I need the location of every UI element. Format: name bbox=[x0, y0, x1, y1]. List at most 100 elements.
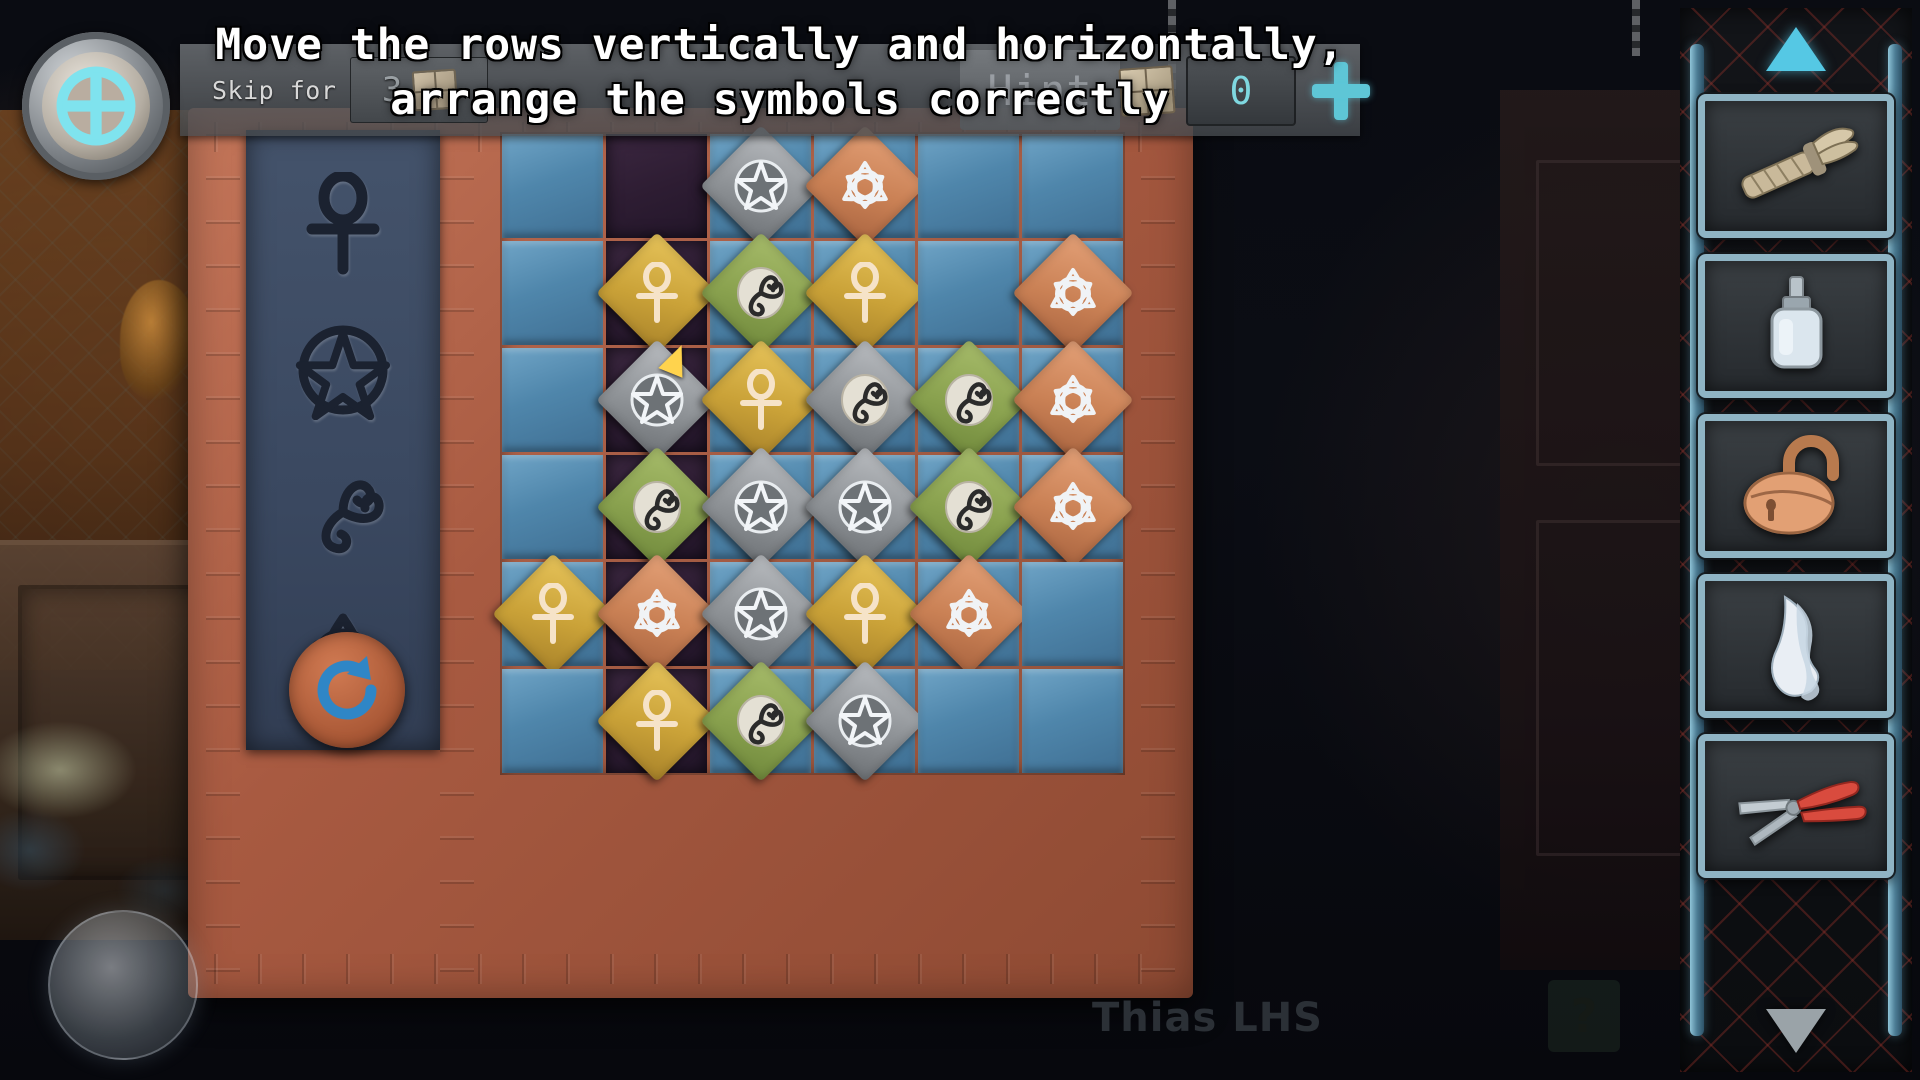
grid-cell-r4-c2[interactable] bbox=[699, 553, 822, 675]
grid-cell-r5-c1[interactable] bbox=[595, 660, 718, 782]
tile-triskelion-green[interactable] bbox=[699, 232, 822, 354]
grid-cell-r4-c3[interactable] bbox=[803, 553, 926, 675]
grid-cell-r5-c0[interactable] bbox=[502, 669, 603, 773]
legend-symbol-pentagram bbox=[288, 313, 398, 423]
grid-cell-r1-c2[interactable] bbox=[699, 232, 822, 354]
tile-triquetra-copper[interactable] bbox=[907, 553, 1030, 675]
tile-pentagram-silver[interactable] bbox=[595, 339, 718, 461]
gear-icon bbox=[42, 52, 150, 160]
grid-cell-r1-c5[interactable] bbox=[1011, 232, 1134, 354]
grid-cell-r0-c4[interactable] bbox=[918, 134, 1019, 238]
grid-cell-r0-c0[interactable] bbox=[502, 134, 603, 238]
tile-triskelion-green[interactable] bbox=[595, 446, 718, 568]
pentagram-icon bbox=[834, 476, 896, 538]
skip-ticket-count: 3 bbox=[381, 70, 403, 110]
tile-triskelion-silver[interactable] bbox=[803, 339, 926, 461]
hint-button[interactable]: Hint bbox=[960, 50, 1120, 130]
ankh-icon bbox=[524, 583, 582, 645]
grid-cell-r2-c2[interactable] bbox=[699, 339, 822, 461]
grid-cell-r3-c5[interactable] bbox=[1011, 446, 1134, 568]
tile-triquetra-copper[interactable] bbox=[595, 553, 718, 675]
tile-ankh-gold[interactable] bbox=[699, 339, 822, 461]
grid-cell-r2-c5[interactable] bbox=[1011, 339, 1134, 461]
inventory-item-padlock[interactable] bbox=[1698, 414, 1894, 558]
grid-cell-r4-c0[interactable] bbox=[491, 553, 614, 675]
grid-cell-r0-c5[interactable] bbox=[1022, 134, 1123, 238]
triangle-up-icon bbox=[1766, 27, 1826, 71]
triskelion-icon bbox=[731, 263, 791, 323]
broken-shard-icon bbox=[1771, 594, 1820, 701]
grid-cell-r2-c0[interactable] bbox=[502, 348, 603, 452]
inventory-item-mummified-arm[interactable] bbox=[1698, 94, 1894, 238]
tile-pentagram-silver[interactable] bbox=[803, 660, 926, 782]
inventory-panel bbox=[1680, 8, 1912, 1072]
grid-cell-r2-c1[interactable] bbox=[595, 339, 718, 461]
tile-ankh-gold[interactable] bbox=[491, 553, 614, 675]
add-currency-button[interactable] bbox=[1308, 58, 1374, 124]
game-screen: Skip for 3 Hint 0 Move the rows vertical… bbox=[0, 0, 1920, 1080]
grid-cell-r0-c1[interactable] bbox=[606, 134, 707, 238]
inventory-scroll-down-button[interactable] bbox=[1754, 1002, 1838, 1060]
grid-cell-r3-c0[interactable] bbox=[502, 455, 603, 559]
skip-button[interactable]: Skip for 3 bbox=[190, 48, 510, 132]
tile-pentagram-silver[interactable] bbox=[803, 446, 926, 568]
tile-ankh-gold[interactable] bbox=[803, 232, 926, 354]
tile-triquetra-copper[interactable] bbox=[1011, 339, 1134, 461]
tile-ankh-gold[interactable] bbox=[803, 553, 926, 675]
grid-cell-r2-c4[interactable] bbox=[907, 339, 1030, 461]
puzzle-grid[interactable] bbox=[491, 125, 1134, 782]
pliers-icon bbox=[1738, 781, 1867, 846]
tile-ankh-gold[interactable] bbox=[595, 232, 718, 354]
grid-cell-r2-c3[interactable] bbox=[803, 339, 926, 461]
grid-cell-r4-c1[interactable] bbox=[595, 553, 718, 675]
mummified-arm-icon bbox=[1741, 127, 1859, 199]
virtual-joystick[interactable] bbox=[48, 910, 198, 1060]
inventory-scroll-up-button[interactable] bbox=[1754, 20, 1838, 78]
triquetra-icon bbox=[1042, 369, 1104, 431]
grid-cell-r1-c3[interactable] bbox=[803, 232, 926, 354]
tile-triskelion-green[interactable] bbox=[907, 339, 1030, 461]
grid-cell-r5-c4[interactable] bbox=[918, 669, 1019, 773]
pentagram-icon bbox=[730, 476, 792, 538]
grid-cell-r3-c1[interactable] bbox=[595, 446, 718, 568]
triquetra-icon bbox=[1042, 476, 1104, 538]
frame-carving-bottom bbox=[214, 954, 1167, 984]
grid-cell-r5-c5[interactable] bbox=[1022, 669, 1123, 773]
triquetra-icon bbox=[834, 155, 896, 217]
grid-cell-r1-c4[interactable] bbox=[918, 241, 1019, 345]
tile-triquetra-copper[interactable] bbox=[1011, 446, 1134, 568]
ticket-icon bbox=[1118, 65, 1176, 117]
tile-triskelion-green[interactable] bbox=[699, 660, 822, 782]
tile-pentagram-silver[interactable] bbox=[699, 125, 822, 247]
inventory-item-glue-bottle[interactable] bbox=[1698, 254, 1894, 398]
grid-cell-r3-c4[interactable] bbox=[907, 446, 1030, 568]
grid-cell-r1-c0[interactable] bbox=[502, 241, 603, 345]
grid-cell-r3-c3[interactable] bbox=[803, 446, 926, 568]
frame-carving-right bbox=[1141, 134, 1175, 972]
ticket-icon bbox=[411, 68, 459, 112]
frame-carving-mid bbox=[440, 134, 474, 972]
tile-triskelion-green[interactable] bbox=[907, 446, 1030, 568]
tile-ankh-gold[interactable] bbox=[595, 660, 718, 782]
reset-puzzle-button[interactable] bbox=[289, 632, 405, 748]
grid-cell-r0-c2[interactable] bbox=[699, 125, 822, 247]
tile-pentagram-silver[interactable] bbox=[699, 553, 822, 675]
tile-triquetra-copper[interactable] bbox=[1011, 232, 1134, 354]
grid-cell-r4-c5[interactable] bbox=[1022, 562, 1123, 666]
glue-bottle-icon bbox=[1770, 276, 1823, 369]
help-button[interactable]: ? bbox=[1548, 980, 1620, 1052]
coin-count: 0 bbox=[1186, 56, 1296, 126]
settings-button[interactable] bbox=[22, 32, 170, 180]
triskelion-icon bbox=[731, 691, 791, 751]
triquetra-icon bbox=[938, 583, 1000, 645]
tile-triquetra-copper[interactable] bbox=[803, 125, 926, 247]
grid-cell-r0-c3[interactable] bbox=[803, 125, 926, 247]
inventory-item-pliers[interactable] bbox=[1698, 734, 1894, 878]
grid-cell-r1-c1[interactable] bbox=[595, 232, 718, 354]
grid-cell-r3-c2[interactable] bbox=[699, 446, 822, 568]
grid-cell-r4-c4[interactable] bbox=[907, 553, 1030, 675]
grid-cell-r5-c3[interactable] bbox=[803, 660, 926, 782]
tile-pentagram-silver[interactable] bbox=[699, 446, 822, 568]
inventory-item-broken-shard[interactable] bbox=[1698, 574, 1894, 718]
grid-cell-r5-c2[interactable] bbox=[699, 660, 822, 782]
